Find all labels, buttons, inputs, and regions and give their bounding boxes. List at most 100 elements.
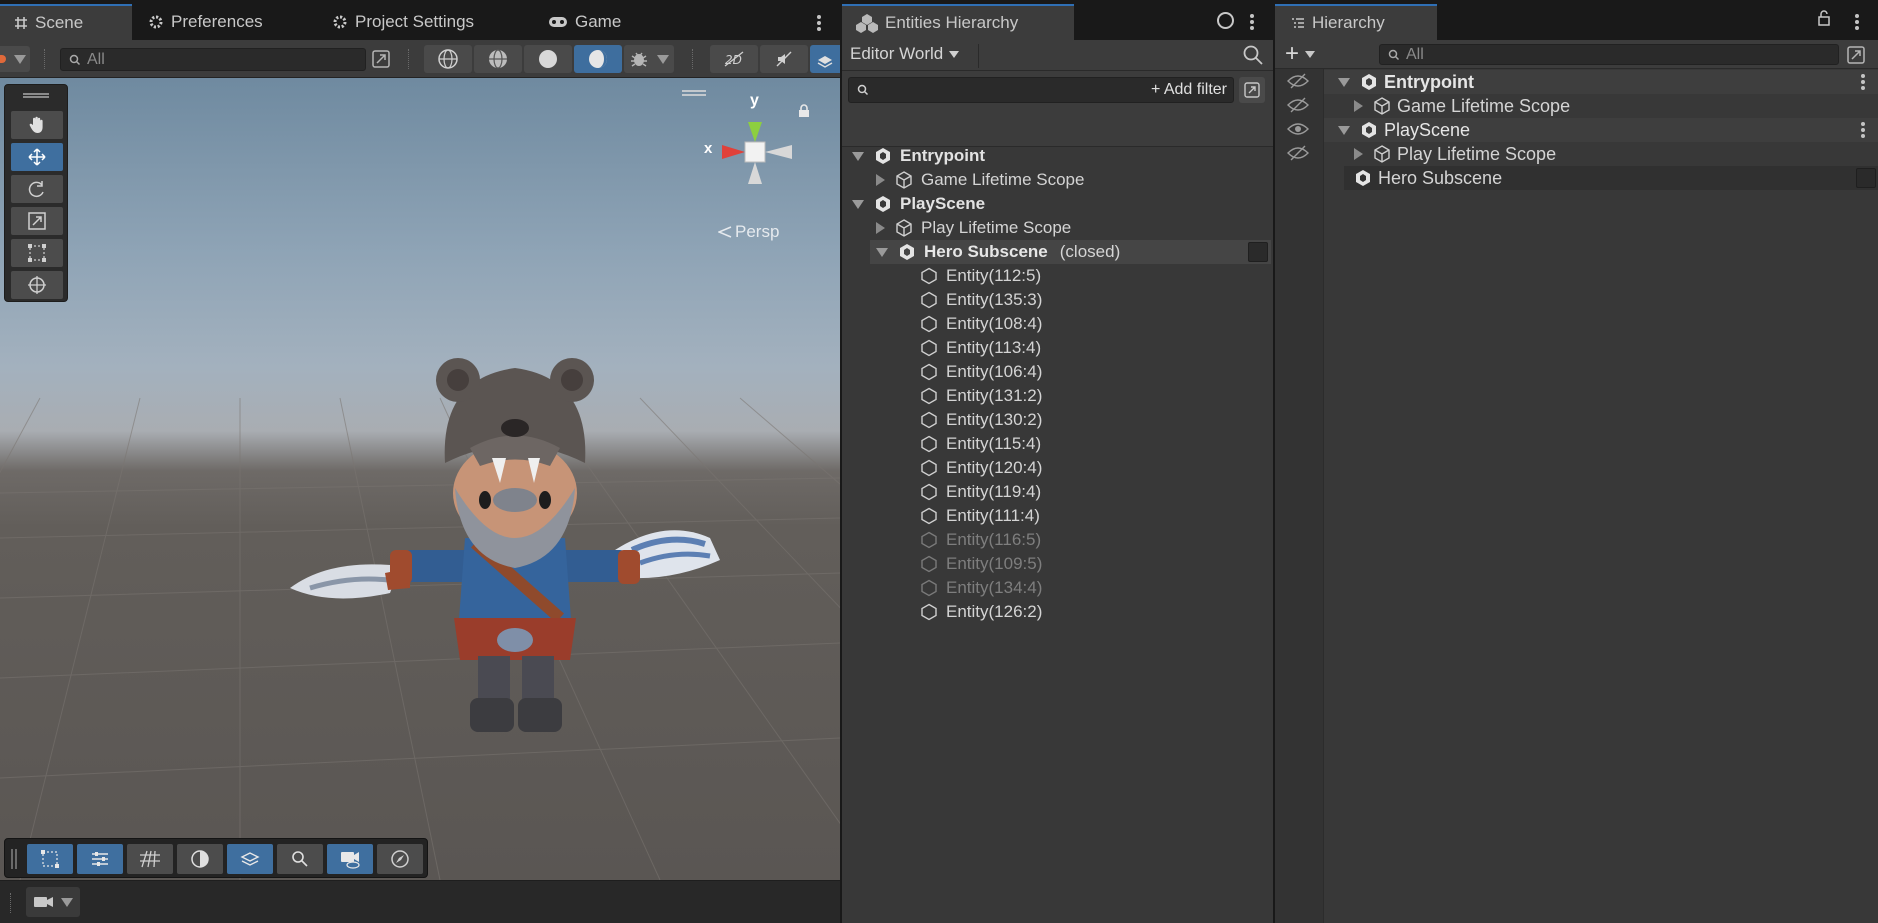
scene-row-menu-icon[interactable] [1856,119,1870,141]
hier-tree-hero-subscene[interactable]: Hero Subscene [1344,166,1878,190]
expand-caret-icon[interactable] [1338,125,1350,135]
move-tool-button[interactable] [11,143,63,171]
overlay-lighting[interactable] [177,844,223,874]
effects-toggle-button[interactable] [810,45,840,73]
tab-scene[interactable]: Scene [0,4,132,40]
hier-tree-game-lifetime-scope[interactable]: Game Lifetime Scope [1324,94,1878,118]
overlay-search[interactable] [277,844,323,874]
hierarchy-search-input[interactable]: All [1379,44,1839,65]
scene-tab-menu-icon[interactable] [812,12,826,34]
entities-search-options-button[interactable] [1239,77,1265,103]
debug-draw-mode-button[interactable] [624,45,674,73]
tab-entities-hierarchy[interactable]: Entities Hierarchy [842,4,1074,40]
orientation-dropdown[interactable] [0,46,30,72]
hier-tree-entrypoint[interactable]: Entrypoint [1324,70,1878,94]
entity-row[interactable]: Entity(108:4) [920,312,1042,336]
entities-status-circle-icon[interactable] [1217,12,1234,29]
overlay-toggles[interactable] [77,844,123,874]
entity-row[interactable]: Entity(113:4) [920,336,1041,360]
tab-project-settings[interactable]: Project Settings [332,4,474,40]
ent-tree-entrypoint[interactable]: Entrypoint [852,144,985,168]
ent-tree-game-lifetime-scope[interactable]: Game Lifetime Scope [876,168,1084,192]
entity-row[interactable]: Entity(119:4) [920,480,1041,504]
hierarchy-search-options-button[interactable] [1845,44,1867,66]
world-selector-dropdown[interactable]: Editor World [850,44,960,64]
scale-tool-button[interactable] [11,207,63,235]
wireframe-shading-button[interactable] [424,45,472,73]
projection-toggle[interactable]: Persp [718,222,779,242]
entity-row[interactable]: Entity(109:5) [920,552,1042,576]
collapsed-caret-icon[interactable] [1354,100,1363,112]
tab-hierarchy[interactable]: Hierarchy [1275,4,1437,40]
scene-row-menu-icon[interactable] [1856,71,1870,93]
expand-caret-icon[interactable] [852,151,864,161]
entity-row[interactable]: Entity(120:4) [920,456,1042,480]
entity-row[interactable]: Entity(130:2) [920,408,1042,432]
ent-tree-hero-subscene[interactable]: Hero Subscene (closed) [870,240,1271,264]
audio-toggle-button[interactable] [760,45,808,73]
entity-row[interactable]: Entity(126:2) [920,600,1042,624]
ent-tree-play-lifetime-scope[interactable]: Play Lifetime Scope [876,216,1071,240]
2d-mode-button[interactable]: 2D [710,45,758,73]
collapsed-caret-icon[interactable] [876,174,885,186]
hier-tree-play-lifetime-scope[interactable]: Play Lifetime Scope [1324,142,1878,166]
scene-search-input[interactable]: All [60,48,366,71]
hidden-eye-icon[interactable] [1287,97,1309,113]
entity-row[interactable]: Entity(112:5) [920,264,1041,288]
gizmo-drag-handle[interactable] [682,90,706,96]
expand-caret-icon[interactable] [852,199,864,209]
unlit-shading-button[interactable] [524,45,572,73]
hierarchy-add-dropdown[interactable]: + [1285,42,1316,66]
entity-row[interactable]: Entity(131:2) [920,384,1042,408]
entities-tab-menu-icon[interactable] [1245,11,1259,33]
collapsed-caret-icon[interactable] [1354,148,1363,160]
overlay-layers[interactable] [227,844,273,874]
hand-tool-button[interactable] [11,111,63,139]
gear-icon [332,14,348,30]
ent-tree-playscene-label: PlayScene [900,194,986,213]
add-filter-button[interactable]: + Add filter [1151,81,1227,99]
view-orientation-gizmo[interactable]: y x [700,92,810,202]
tab-game[interactable]: Game [548,4,621,40]
hidden-eye-icon[interactable] [1287,73,1309,89]
entities-search-toggle[interactable] [1242,44,1264,66]
entity-row[interactable]: Entity(115:4) [920,432,1041,456]
entity-row[interactable]: Entity(111:4) [920,504,1040,528]
entity-row[interactable]: Entity(116:5) [920,528,1041,552]
rect-tool-button[interactable] [11,239,63,267]
gizmo-lock-icon[interactable] [798,104,810,118]
expand-caret-icon[interactable] [1338,77,1350,87]
entity-row[interactable]: Entity(134:4) [920,576,1042,600]
visible-eye-icon[interactable] [1287,121,1309,137]
entity-row[interactable]: Entity(135:3) [920,288,1042,312]
hero-character-model[interactable] [270,288,730,738]
subscene-open-checkbox[interactable] [1856,168,1876,188]
overlay-camera-visibility[interactable] [327,844,373,874]
bottom-bar-handle[interactable] [10,893,12,913]
camera-settings-dropdown[interactable] [26,887,80,917]
transform-tool-button[interactable] [11,271,63,299]
overlay-rect-tool[interactable] [27,844,73,874]
overlay-navigation[interactable] [377,844,423,874]
shaded-wireframe-button[interactable] [474,45,522,73]
rotate-tool-button[interactable] [11,175,63,203]
search-options-button[interactable] [370,48,392,70]
ent-tree-hero-subscene-state: (closed) [1059,242,1121,261]
subscene-open-checkbox[interactable] [1248,242,1268,262]
overlay-grid[interactable] [127,844,173,874]
tab-preferences[interactable]: Preferences [148,4,263,40]
expand-caret-icon[interactable] [876,247,888,257]
entities-search-input[interactable]: + Add filter [848,77,1234,103]
tool-palette-handle[interactable] [23,93,49,98]
grid-hash-icon [14,16,28,30]
hierarchy-lock-icon[interactable] [1817,10,1831,26]
ent-tree-playscene[interactable]: PlayScene [852,192,985,216]
hierarchy-tab-menu-icon[interactable] [1850,11,1864,33]
scene-viewport[interactable]: y x Persp [0,78,840,880]
overlays-handle[interactable] [11,849,17,869]
shaded-button[interactable] [574,45,622,73]
collapsed-caret-icon[interactable] [876,222,885,234]
hidden-eye-icon[interactable] [1287,145,1309,161]
hier-tree-playscene[interactable]: PlayScene [1324,118,1878,142]
entity-row[interactable]: Entity(106:4) [920,360,1042,384]
